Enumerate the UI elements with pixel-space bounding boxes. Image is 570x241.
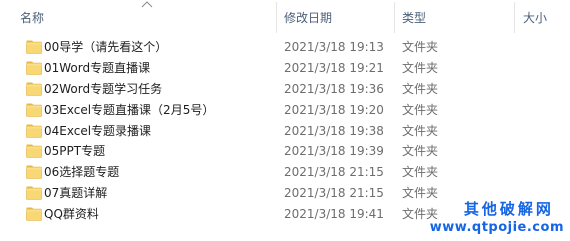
file-row[interactable]: 02Word专题学习任务 2021/3/18 19:36 文件夹 — [0, 79, 570, 100]
folder-icon — [26, 82, 42, 96]
file-type: 文件夹 — [402, 144, 439, 159]
watermark: 其他破解网 www.qtpojie.com — [430, 199, 564, 237]
file-row[interactable]: 06选择题专题 2021/3/18 21:15 文件夹 — [0, 162, 570, 183]
file-name: 01Word专题直播课 — [44, 60, 151, 75]
folder-icon — [26, 61, 42, 75]
file-type: 文件夹 — [402, 40, 439, 54]
file-name: 05PPT专题 — [44, 144, 106, 159]
column-header-bar: 名称 修改日期 类型 大小 — [0, 0, 570, 34]
file-row[interactable]: 00导学（请先看这个） 2021/3/18 19:13 文件夹 — [0, 37, 570, 58]
file-date-modified: 2021/3/18 19:13 — [284, 40, 384, 54]
column-separator[interactable] — [394, 2, 395, 33]
file-date-modified: 2021/3/18 19:38 — [284, 123, 384, 138]
file-name: 06选择题专题 — [44, 165, 120, 180]
file-type: 文件夹 — [402, 165, 439, 180]
folder-icon — [26, 165, 42, 180]
folder-icon — [26, 207, 42, 221]
file-date-modified: 2021/3/18 19:21 — [284, 60, 384, 75]
file-row[interactable]: 05PPT专题 2021/3/18 19:39 文件夹 — [0, 141, 570, 162]
file-date-modified: 2021/3/18 19:20 — [284, 102, 384, 117]
file-date-modified: 2021/3/18 21:15 — [284, 165, 384, 180]
file-row[interactable]: 04Excel专题录播课 2021/3/18 19:38 文件夹 — [0, 121, 570, 142]
file-row[interactable]: 01Word专题直播课 2021/3/18 19:21 文件夹 — [0, 58, 570, 79]
column-separator[interactable] — [514, 2, 515, 33]
file-type: 文件夹 — [402, 60, 439, 75]
folder-icon — [26, 103, 42, 117]
column-header-name[interactable]: 名称 — [20, 10, 44, 27]
file-row[interactable]: 03Excel专题直播课（2月5号） 2021/3/18 19:20 文件夹 — [0, 100, 570, 121]
file-type: 文件夹 — [402, 123, 439, 138]
column-separator[interactable] — [276, 2, 277, 33]
file-type: 文件夹 — [402, 102, 439, 117]
sort-ascending-icon[interactable] — [140, 0, 154, 9]
file-name: 07真题详解 — [44, 186, 108, 201]
file-list: 00导学（请先看这个） 2021/3/18 19:13 文件夹 01Word专题… — [0, 37, 570, 225]
column-header-date-modified[interactable]: 修改日期 — [284, 10, 332, 27]
column-header-type[interactable]: 类型 — [402, 10, 426, 27]
folder-icon — [26, 144, 42, 159]
file-type: 文件夹 — [402, 81, 439, 96]
folder-icon — [26, 40, 42, 54]
file-explorer: 名称 修改日期 类型 大小 00导学（请先看这个） 2021/3/18 19:1… — [0, 0, 570, 241]
file-date-modified: 2021/3/18 19:39 — [284, 144, 384, 159]
watermark-url: www.qtpojie.com — [429, 220, 564, 235]
file-name: 03Excel专题直播课（2月5号） — [44, 102, 215, 117]
folder-icon — [26, 124, 42, 138]
file-date-modified: 2021/3/18 19:36 — [284, 81, 384, 96]
folder-icon — [26, 186, 42, 201]
column-header-size[interactable]: 大小 — [523, 10, 547, 27]
file-name: 04Excel专题录播课 — [44, 123, 152, 138]
watermark-title: 其他破解网 — [463, 200, 554, 218]
file-date-modified: 2021/3/18 21:15 — [284, 186, 384, 201]
file-name: 00导学（请先看这个） — [44, 40, 168, 54]
file-date-modified: 2021/3/18 19:41 — [284, 207, 384, 222]
file-name: QQ群资料 — [44, 207, 99, 222]
file-name: 02Word专题学习任务 — [44, 81, 163, 96]
